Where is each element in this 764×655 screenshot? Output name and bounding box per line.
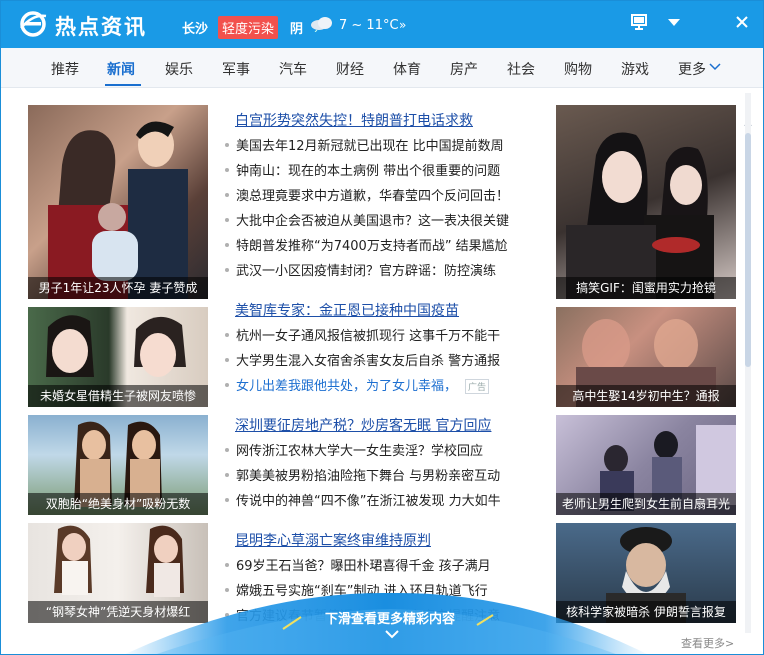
active-tab-indicator xyxy=(105,84,141,86)
bullet-icon xyxy=(225,612,229,617)
news-item[interactable]: 嫦娥五号实施“刹车”制动 进入环月轨道飞行 xyxy=(225,580,488,599)
ie-logo-icon xyxy=(20,11,47,37)
cloud-icon xyxy=(311,17,332,32)
news-item[interactable]: 网传浙江农林大学大一女生卖淫？学校回应 xyxy=(225,440,483,459)
image-caption: 老师让男生爬到女生前自扇耳光 xyxy=(556,493,736,515)
image-caption: 核科学家被暗杀 伊朗誓言报复 xyxy=(556,601,736,623)
news-image-left-1[interactable]: 男子1年让23人怀孕 妻子赞成 xyxy=(28,105,208,299)
air-quality-badge[interactable]: 轻度污染 xyxy=(218,16,279,39)
title-bar: 热点资讯 长沙 轻度污染 阴 7 ~ 11°C » xyxy=(1,1,763,48)
news-item[interactable]: 大学男生混入女宿舍杀害女友后自杀 警方通报 xyxy=(225,350,500,369)
weather-more-link[interactable]: » xyxy=(399,18,406,32)
news-item[interactable]: 杭州一女子通风报信被抓现行 这事千万不能干 xyxy=(225,325,500,344)
see-more-link[interactable]: 查看更多> xyxy=(681,635,734,651)
tab-recommend[interactable]: 推荐 xyxy=(51,59,79,79)
chevron-down-icon[interactable] xyxy=(709,63,721,71)
weather-label: 阴 xyxy=(290,22,304,37)
ad-badge: 广告 xyxy=(465,379,490,394)
bullet-icon xyxy=(225,562,229,567)
app-window: 热点资讯 长沙 轻度污染 阴 7 ~ 11°C » 推荐 新闻 娱乐 军事 汽车… xyxy=(0,0,764,655)
news-item[interactable]: 大批中企会否被迫从美国退市？这一表决很关键 xyxy=(225,210,509,229)
tab-society[interactable]: 社会 xyxy=(507,59,535,79)
bullet-icon xyxy=(225,217,229,222)
app-title: 热点资讯 xyxy=(55,15,147,39)
image-caption: 双胞胎“绝美身材”吸粉无数 xyxy=(28,493,208,515)
image-caption: 高中生娶14岁初中生？通报 xyxy=(556,385,736,407)
sponsored-news-item[interactable]: 女儿出差我跟他共处，为了女儿幸福， 广告 xyxy=(225,375,490,394)
image-caption: 男子1年让23人怀孕 妻子赞成 xyxy=(28,277,208,299)
bullet-icon xyxy=(225,587,229,592)
close-icon[interactable] xyxy=(731,11,753,33)
bullet-icon xyxy=(225,267,229,272)
tab-military[interactable]: 军事 xyxy=(222,59,250,79)
news-item[interactable]: 69岁王石当爸？曝田朴珺喜得千金 孩子满月 xyxy=(225,555,491,574)
tab-news[interactable]: 新闻 xyxy=(107,59,135,79)
bullet-icon xyxy=(225,142,229,147)
image-caption: 未婚女星借精生子被网友喷惨 xyxy=(28,385,208,407)
tab-realestate[interactable]: 房产 xyxy=(450,59,478,79)
city-label[interactable]: 长沙 xyxy=(182,18,208,37)
headline-1[interactable]: 白宫形势突然失控！特朗普打电话求救 xyxy=(235,110,473,130)
news-image-right-2[interactable]: 高中生娶14岁初中生？通报 xyxy=(556,307,736,407)
scroll-hint-text[interactable]: 下滑查看更多精彩内容 xyxy=(325,608,455,627)
news-image-right-4[interactable]: 核科学家被暗杀 伊朗誓言报复 xyxy=(556,523,736,623)
headline-4[interactable]: 昆明李心草溺亡案终审维持原判 xyxy=(235,530,431,550)
news-item[interactable]: 郭美美被男粉掐油险拖下舞台 与男粉亲密互动 xyxy=(225,465,500,484)
news-item[interactable]: 澳总理竟要求中方道歉，华春莹四个反问回击！ xyxy=(225,185,509,204)
tab-finance[interactable]: 财经 xyxy=(336,59,364,79)
news-image-left-3[interactable]: 双胞胎“绝美身材”吸粉无数 xyxy=(28,415,208,515)
monitor-icon[interactable] xyxy=(628,11,650,33)
bullet-icon xyxy=(225,472,229,477)
tab-sports[interactable]: 体育 xyxy=(393,59,421,79)
scrollbar-thumb[interactable] xyxy=(745,133,751,367)
news-image-right-1[interactable]: 搞笑GIF：闺蜜用实力抢镜 xyxy=(556,105,736,299)
tab-more[interactable]: 更多 xyxy=(678,59,706,79)
chevron-down-icon[interactable] xyxy=(385,629,399,639)
news-image-right-3[interactable]: 老师让男生爬到女生前自扇耳光 xyxy=(556,415,736,515)
bullet-icon xyxy=(225,357,229,362)
news-image-left-4[interactable]: “钢琴女神”凭逆天身材爆红 xyxy=(28,523,208,623)
category-nav: 推荐 新闻 娱乐 军事 汽车 财经 体育 房产 社会 购物 游戏 更多 xyxy=(1,48,763,88)
news-item[interactable]: 特朗普发推称“为7400万支持者而战” 结果尴尬 xyxy=(225,235,508,254)
tab-auto[interactable]: 汽车 xyxy=(279,59,307,79)
image-caption: 搞笑GIF：闺蜜用实力抢镜 xyxy=(556,277,736,299)
temperature-label[interactable]: 7 ~ 11°C xyxy=(339,18,399,33)
news-item[interactable]: 钟南山：现在的本土病例 带出个很重要的问题 xyxy=(225,160,500,179)
headline-2[interactable]: 美智库专家：金正恩已接种中国疫苗 xyxy=(235,300,459,320)
menu-down-icon[interactable] xyxy=(663,11,685,33)
news-image-left-2[interactable]: 未婚女星借精生子被网友喷惨 xyxy=(28,307,208,407)
bullet-icon xyxy=(225,382,229,387)
headline-3[interactable]: 深圳要征房地产税？炒房客无眠 官方回应 xyxy=(235,415,491,435)
bullet-icon xyxy=(225,167,229,172)
photo-people-illustration xyxy=(48,121,188,299)
news-item[interactable]: 武汉一小区因疫情封闭？官方辟谣：防控演练 xyxy=(225,260,496,279)
news-item[interactable]: 传说中的神兽“四不像”在浙江被发现 力大如牛 xyxy=(225,490,501,509)
tab-shopping[interactable]: 购物 xyxy=(564,59,592,79)
photo-girls-illustration xyxy=(566,132,714,299)
bullet-icon xyxy=(225,242,229,247)
news-item[interactable]: 美国去年12月新冠就已出现在 比中国提前数周 xyxy=(225,135,504,154)
bullet-icon xyxy=(225,332,229,337)
image-caption: “钢琴女神”凭逆天身材爆红 xyxy=(28,601,208,623)
bullet-icon xyxy=(225,192,229,197)
tab-entertainment[interactable]: 娱乐 xyxy=(165,59,193,79)
bullet-icon xyxy=(225,447,229,452)
bullet-icon xyxy=(225,497,229,502)
tab-games[interactable]: 游戏 xyxy=(621,59,649,79)
